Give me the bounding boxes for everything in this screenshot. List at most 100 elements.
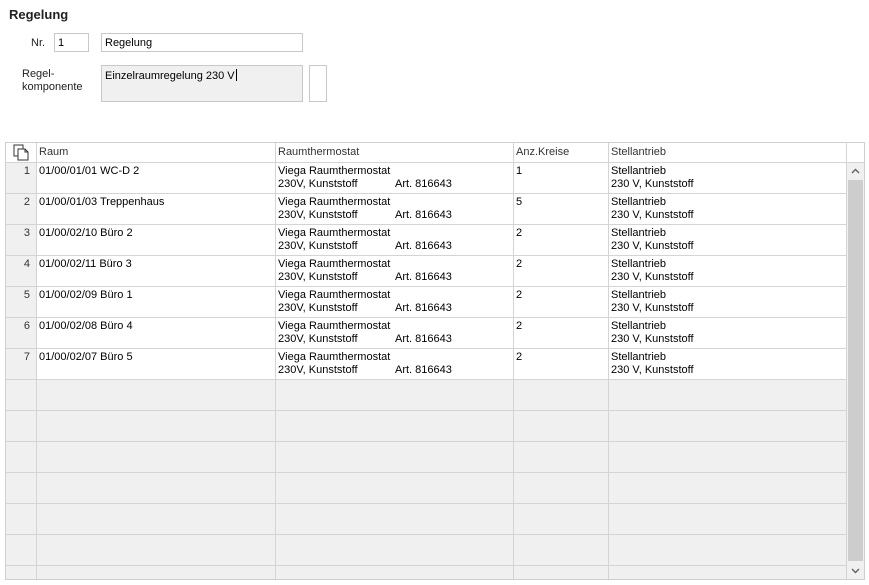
empty-cell [609,442,847,473]
table-row[interactable]: 4 01/00/02/11 Büro 3 Viega Raumthermostat 2… [6,256,847,287]
empty-cell [37,380,276,411]
stellantrieb-line2: 230 V, Kunststoff [611,270,694,283]
row-number: 1 [6,163,37,194]
stellantrieb-line1: Stellantrieb [611,289,667,301]
cell-anz-kreise[interactable]: 2 [514,225,609,256]
article-number: Art. 816643 [395,301,452,314]
section-title: Regelung [9,7,69,22]
cell-raumthermostat[interactable]: Viega Raumthermostat 230V, Kunststoff Art.… [276,163,514,194]
cell-raumthermostat[interactable]: Viega Raumthermostat 230V, Kunststoff Art.… [276,318,514,349]
cell-stellantrieb[interactable]: Stellantrieb 230 V, Kunststoff [609,256,847,287]
cell-raum[interactable]: 01/00/01/03 Treppenhaus [37,194,276,225]
empty-cell [609,411,847,442]
chevron-down-icon[interactable] [847,563,864,579]
stellantrieb-line1: Stellantrieb [611,227,667,239]
cell-stellantrieb[interactable]: Stellantrieb 230 V, Kunststoff [609,163,847,194]
row-number: 3 [6,225,37,256]
row-number: 6 [6,318,37,349]
empty-row [6,473,847,504]
cell-stellantrieb[interactable]: Stellantrieb 230 V, Kunststoff [609,194,847,225]
cell-anz-kreise[interactable]: 2 [514,256,609,287]
cell-stellantrieb[interactable]: Stellantrieb 230 V, Kunststoff [609,225,847,256]
cell-anz-kreise[interactable]: 1 [514,163,609,194]
cell-stellantrieb[interactable]: Stellantrieb 230 V, Kunststoff [609,318,847,349]
column-header-raum[interactable]: Raum [37,143,276,163]
cell-anz-kreise[interactable]: 2 [514,318,609,349]
chevron-up-icon[interactable] [847,163,864,179]
cell-stellantrieb[interactable]: Stellantrieb 230 V, Kunststoff [609,287,847,318]
table-row[interactable]: 7 01/00/02/07 Büro 5 Viega Raumthermostat 2… [6,349,847,380]
komponente-label-line2: komponente [22,81,83,93]
text-caret [235,69,237,81]
row-number: 7 [6,349,37,380]
table-row[interactable]: 3 01/00/02/10 Büro 2 Viega Raumthermostat 2… [6,225,847,256]
stellantrieb-line2: 230 V, Kunststoff [611,177,694,190]
empty-cell [609,380,847,411]
table-row[interactable]: 6 01/00/02/08 Büro 4 Viega Raumthermostat 2… [6,318,847,349]
cell-raum[interactable]: 01/00/01/01 WC-D 2 [37,163,276,194]
raumthermostat-line1: Viega Raumthermostat [278,165,391,177]
komponente-select-button[interactable] [309,65,327,102]
nr-field[interactable]: 1 [54,33,89,52]
cell-raum[interactable]: 01/00/02/09 Büro 1 [37,287,276,318]
column-header-raumthermostat[interactable]: Raumthermostat [276,143,514,163]
empty-cell [276,535,514,566]
stellantrieb-line1: Stellantrieb [611,351,667,363]
empty-row [6,442,847,473]
cell-raum[interactable]: 01/00/02/10 Büro 2 [37,225,276,256]
cell-raumthermostat[interactable]: Viega Raumthermostat 230V, Kunststoff Art.… [276,194,514,225]
cell-stellantrieb[interactable]: Stellantrieb 230 V, Kunststoff [609,349,847,380]
cell-anz-kreise[interactable]: 5 [514,194,609,225]
komponente-field-value: Einzelraumregelung 230 V [105,70,235,82]
vertical-scrollbar[interactable] [847,163,864,579]
name-field-value: Regelung [105,37,153,49]
empty-cell [514,535,609,566]
empty-cell [514,566,609,579]
table-row[interactable]: 1 01/00/01/01 WC-D 2 Viega Raumthermostat 2… [6,163,847,194]
scrollbar-thumb[interactable] [848,180,863,561]
regelung-table: Raum Raumthermostat Anz.Kreise Stellantr… [5,142,865,580]
nr-label: Nr. [31,37,46,49]
cell-raum[interactable]: 01/00/02/11 Büro 3 [37,256,276,287]
empty-cell [6,411,37,442]
empty-cell [37,411,276,442]
empty-cell [514,411,609,442]
empty-cell [37,566,276,579]
cell-anz-kreise[interactable]: 2 [514,349,609,380]
cell-raumthermostat[interactable]: Viega Raumthermostat 230V, Kunststoff Art.… [276,349,514,380]
cell-raumthermostat[interactable]: Viega Raumthermostat 230V, Kunststoff Art.… [276,256,514,287]
komponente-label-line1: Regel- [22,68,55,80]
cell-raum[interactable]: 01/00/02/08 Büro 4 [37,318,276,349]
row-number: 2 [6,194,37,225]
raumthermostat-line1: Viega Raumthermostat [278,289,391,301]
stellantrieb-line1: Stellantrieb [611,320,667,332]
empty-row [6,380,847,411]
cell-raumthermostat[interactable]: Viega Raumthermostat 230V, Kunststoff Art.… [276,225,514,256]
column-header-stellantrieb[interactable]: Stellantrieb [609,143,847,163]
cell-raumthermostat[interactable]: Viega Raumthermostat 230V, Kunststoff Art.… [276,287,514,318]
empty-cell [6,504,37,535]
empty-cell [276,442,514,473]
cell-raum[interactable]: 01/00/02/07 Büro 5 [37,349,276,380]
table-row[interactable]: 5 01/00/02/09 Büro 1 Viega Raumthermostat 2… [6,287,847,318]
copy-button[interactable] [6,143,37,163]
empty-cell [6,442,37,473]
stellantrieb-line2: 230 V, Kunststoff [611,301,694,314]
column-header-anz-kreise[interactable]: Anz.Kreise [514,143,609,163]
cell-anz-kreise[interactable]: 2 [514,287,609,318]
empty-cell [6,566,37,579]
raumthermostat-line1: Viega Raumthermostat [278,351,391,363]
komponente-field[interactable]: Einzelraumregelung 230 V [101,65,303,102]
table-row[interactable]: 2 01/00/01/03 Treppenhaus Viega Raumthermo… [6,194,847,225]
name-field[interactable]: Regelung [101,33,303,52]
stellantrieb-line2: 230 V, Kunststoff [611,208,694,221]
stellantrieb-line2: 230 V, Kunststoff [611,332,694,345]
empty-row [6,411,847,442]
raumthermostat-line1: Viega Raumthermostat [278,227,391,239]
stellantrieb-line1: Stellantrieb [611,196,667,208]
empty-row [6,504,847,535]
empty-cell [609,473,847,504]
empty-cell [6,473,37,504]
empty-cell [514,504,609,535]
article-number: Art. 816643 [395,208,452,221]
